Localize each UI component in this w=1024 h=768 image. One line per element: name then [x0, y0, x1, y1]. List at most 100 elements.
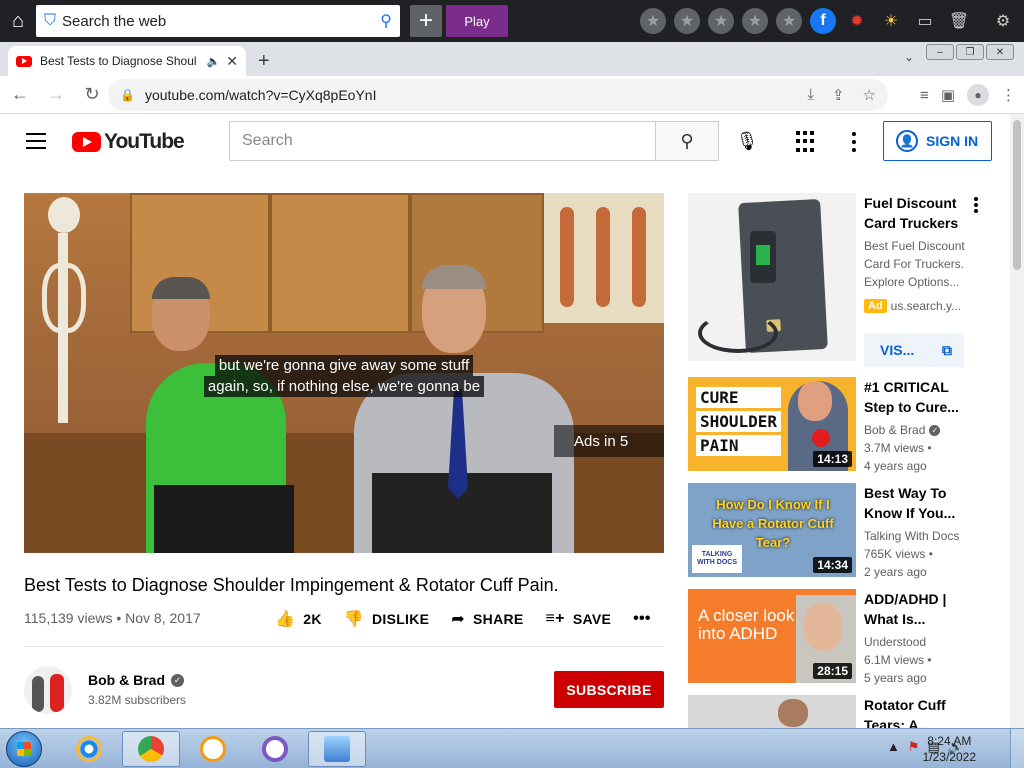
flag-icon[interactable]: ⚑: [908, 739, 920, 755]
lock-icon[interactable]: 🔒: [120, 88, 135, 102]
tab-strip: Best Tests to Diagnose Shoul 🔈 ✕ + ⌄ – ❐…: [0, 42, 1024, 76]
more-horizontal-icon: •••: [633, 610, 651, 627]
thumbs-up-icon: 👍: [275, 611, 296, 628]
reload-icon[interactable]: ↻: [76, 79, 108, 111]
youtube-logo[interactable]: YouTube: [72, 130, 185, 154]
share-icon[interactable]: ⇪: [832, 86, 845, 104]
apps-grid-icon[interactable]: [796, 131, 818, 153]
channel-name[interactable]: Bob & Brad: [88, 672, 165, 688]
related-video[interactable]: CURE SHOULDER PAIN 14:13 #1 CRITICAL Ste…: [688, 377, 998, 473]
web-search-box[interactable]: ⛉ Search the web ⚲: [36, 5, 400, 37]
play-button[interactable]: Play: [446, 5, 508, 37]
video-thumbnail[interactable]: How Do I Know If I Have a Rotator Cuff T…: [688, 483, 856, 577]
ad-more-icon[interactable]: [974, 197, 978, 213]
trash-icon[interactable]: 🗑: [946, 8, 972, 34]
star-icon[interactable]: ★: [640, 8, 666, 34]
close-window-button[interactable]: ✕: [986, 44, 1014, 60]
subscribe-button[interactable]: SUBSCRIBE: [554, 671, 664, 708]
gear-icon[interactable]: ⚙: [990, 8, 1016, 34]
save-button[interactable]: ≡+ SAVE: [546, 609, 612, 629]
thumbnail-logo: TALKING WITH DOCS: [692, 545, 742, 573]
dislike-button[interactable]: 👎 DISLIKE: [344, 609, 430, 629]
minimize-button[interactable]: –: [926, 44, 954, 60]
folder-icon[interactable]: ▭: [912, 8, 938, 34]
window-controls: – ❐ ✕: [926, 44, 1014, 60]
omnibox[interactable]: 🔒 youtube.com/watch?v=CyXq8pEoYnI ⤓ ⇪ ☆: [108, 79, 888, 111]
youtube-search-button[interactable]: ⚲: [655, 121, 719, 161]
taskbar-clock-app[interactable]: [184, 731, 242, 767]
video-thumbnail[interactable]: CURE SHOULDER PAIN 14:13: [688, 377, 856, 471]
star-icon[interactable]: ★: [742, 8, 768, 34]
channel-avatar[interactable]: [24, 666, 72, 714]
browser-menu-icon[interactable]: ⋮: [1001, 86, 1016, 104]
related-video-title[interactable]: Rotator Cuff Tears: A...: [864, 695, 964, 728]
video-thumbnail[interactable]: A closer look into ADHD 28:15: [688, 589, 856, 683]
start-button[interactable]: [6, 731, 42, 767]
related-video[interactable]: How Do I Know If I Have a Rotator Cuff T…: [688, 483, 998, 579]
clock-time: 8:24 AM: [927, 734, 972, 748]
facebook-icon[interactable]: f: [810, 8, 836, 34]
related-video[interactable]: A closer look into ADHD 28:15 ADD/ADHD |…: [688, 589, 998, 685]
related-video-title[interactable]: #1 CRITICAL Step to Cure...: [864, 377, 964, 417]
install-icon[interactable]: ⤓: [807, 86, 814, 104]
visit-label: VIS...: [880, 342, 915, 358]
taskbar-chrome[interactable]: [122, 731, 180, 767]
scrollbar-thumb[interactable]: [1013, 120, 1021, 270]
video-player[interactable]: but we're gonna give away some stuff aga…: [24, 193, 664, 553]
visit-button[interactable]: VIS... ⧉: [864, 333, 964, 367]
thumbnail-text: A closer look into ADHD: [698, 606, 795, 643]
channel-name-row[interactable]: Bob & Brad ✓: [88, 672, 184, 688]
chevron-down-icon[interactable]: ⌄: [904, 50, 914, 64]
page-scrollbar[interactable]: [1010, 114, 1024, 728]
media-control-icon[interactable]: ≡: [920, 87, 929, 104]
shield-icon: ⛉: [44, 12, 57, 29]
forward-arrow-icon[interactable]: →: [40, 79, 72, 111]
menu-icon[interactable]: [26, 133, 46, 149]
ad-description: Best Fuel Discount Card For Truckers. Ex…: [864, 239, 965, 289]
tray-expand-icon[interactable]: ▲: [887, 739, 900, 755]
taskbar-clock[interactable]: 8:24 AM 1/23/2022: [923, 733, 976, 765]
dislike-label: DISLIKE: [371, 611, 430, 627]
url-text[interactable]: youtube.com/watch?v=CyXq8pEoYnI: [145, 87, 807, 103]
side-panel-icon[interactable]: ▣: [941, 86, 955, 104]
more-actions-button[interactable]: •••: [633, 609, 651, 629]
video-thumbnail[interactable]: [688, 695, 856, 728]
taskbar-app[interactable]: [246, 731, 304, 767]
home-icon[interactable]: ⌂: [0, 0, 36, 42]
bookmark-star-icon[interactable]: ☆: [863, 86, 876, 104]
microphone-icon[interactable]: 🎙: [734, 128, 760, 154]
related-video-title[interactable]: ADD/ADHD | What Is...: [864, 589, 964, 629]
star-icon[interactable]: ★: [776, 8, 802, 34]
related-video-title[interactable]: Best Way To Know If You...: [864, 483, 964, 523]
related-video[interactable]: Rotator Cuff Tears: A...: [688, 695, 998, 728]
add-button[interactable]: +: [410, 5, 442, 37]
taskbar-ie[interactable]: [60, 731, 118, 767]
bug-icon[interactable]: ✹: [844, 8, 870, 34]
youtube-search-input[interactable]: [242, 132, 655, 150]
video-meta: 115,139 views • Nov 8, 2017: [24, 610, 201, 626]
weather-icon[interactable]: ☀: [878, 8, 904, 34]
youtube-search-field[interactable]: [229, 121, 656, 161]
subscriber-count: 3.82M subscribers: [88, 693, 187, 707]
ad-thumbnail[interactable]: [688, 193, 856, 361]
taskbar-control-panel[interactable]: [308, 731, 366, 767]
browser-tab[interactable]: Best Tests to Diagnose Shoul 🔈 ✕: [8, 46, 246, 76]
like-button[interactable]: 👍 2K: [275, 609, 322, 629]
sign-in-button[interactable]: 👤 SIGN IN: [883, 121, 992, 161]
star-icon[interactable]: ★: [708, 8, 734, 34]
related-video-age: 2 years ago: [864, 565, 927, 579]
star-icon[interactable]: ★: [674, 8, 700, 34]
settings-kebab-icon[interactable]: [852, 132, 856, 152]
show-desktop-button[interactable]: [1010, 729, 1024, 768]
search-icon[interactable]: ⚲: [380, 11, 392, 31]
restore-button[interactable]: ❐: [956, 44, 984, 60]
share-button[interactable]: ➦ SHARE: [451, 609, 523, 629]
related-channel-name: Talking With Docs: [864, 529, 960, 543]
back-arrow-icon[interactable]: ←: [4, 79, 36, 111]
video-duration: 28:15: [813, 663, 852, 679]
close-tab-icon[interactable]: ✕: [226, 53, 238, 70]
new-tab-icon[interactable]: +: [258, 50, 270, 73]
speaker-icon[interactable]: 🔈: [207, 55, 221, 68]
ad-title[interactable]: Fuel Discount Card Truckers: [864, 193, 964, 233]
profile-avatar-icon[interactable]: ●: [967, 84, 989, 106]
